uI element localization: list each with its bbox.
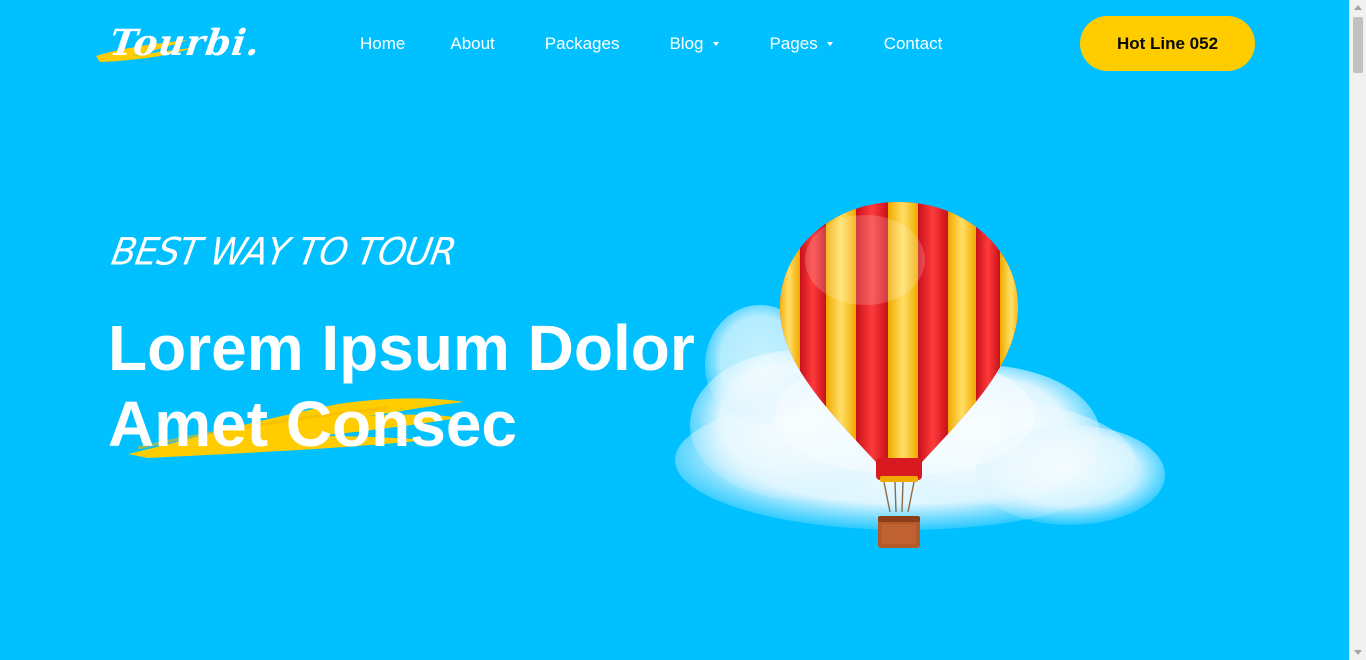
nav-item-label: Packages: [544, 34, 620, 53]
main-nav: Home About Packages Blog Pages Contact: [360, 33, 942, 55]
nav-item-label: Home: [360, 34, 406, 53]
nav-item-home[interactable]: Home: [360, 34, 405, 54]
nav-item-label: About: [450, 34, 495, 53]
nav-item-pages[interactable]: Pages: [770, 34, 833, 54]
page: Tourbi. Home About Packages Blog Pages C…: [0, 0, 1349, 660]
scroll-down-icon[interactable]: [1354, 650, 1362, 655]
nav-item-label: Contact: [883, 34, 943, 53]
hotline-button[interactable]: Hot Line 052: [1080, 16, 1255, 71]
nav-item-packages[interactable]: Packages: [545, 34, 620, 54]
nav-item-about[interactable]: About: [450, 34, 494, 54]
balloon-basket: [878, 516, 920, 548]
nav-item-blog[interactable]: Blog: [669, 34, 719, 54]
hero-tagline: BEST WAY TO TOUR: [108, 230, 459, 275]
scroll-up-icon[interactable]: [1354, 5, 1362, 10]
hero-headline-line2: Amet Consec: [108, 388, 517, 460]
nav-item-contact[interactable]: Contact: [884, 34, 943, 54]
caret-down-icon: [826, 42, 833, 46]
logo[interactable]: Tourbi.: [92, 18, 263, 68]
caret-down-icon: [712, 42, 719, 46]
scrollbar-thumb[interactable]: [1353, 17, 1363, 73]
page-scrollbar[interactable]: [1349, 0, 1366, 660]
nav-item-label: Pages: [769, 34, 818, 53]
nav-item-label: Blog: [669, 34, 704, 53]
logo-text: Tourbi.: [107, 22, 264, 64]
hot-air-balloon-icon: [675, 202, 1165, 548]
hero-headline: Lorem Ipsum Dolor Amet Consec: [108, 310, 695, 462]
hero-headline-line1: Lorem Ipsum Dolor: [108, 312, 695, 384]
